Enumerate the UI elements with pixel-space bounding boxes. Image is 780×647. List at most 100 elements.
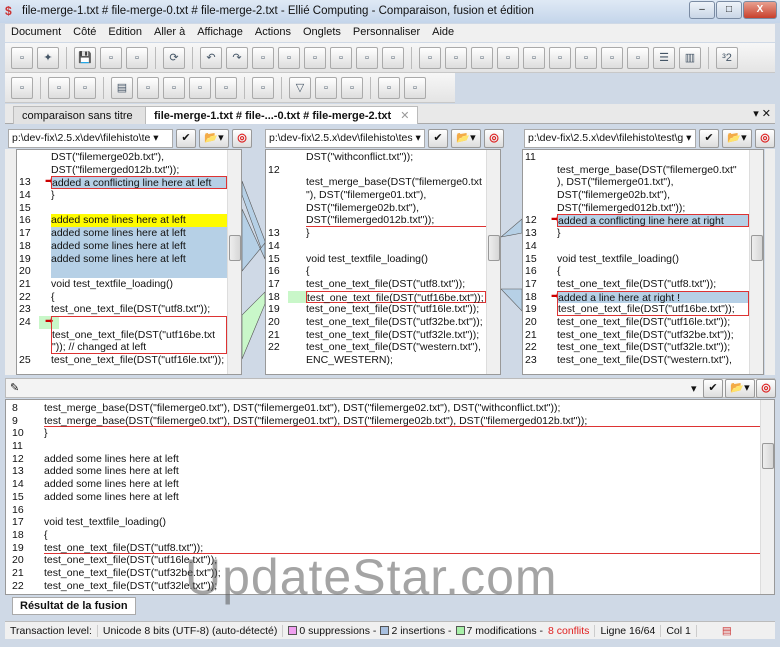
menu-6[interactable]: Onglets: [297, 24, 347, 38]
code-line: 13 added some lines here at left: [6, 465, 774, 478]
target-icon[interactable]: ◎: [755, 128, 775, 148]
vertical-scrollbar[interactable]: [760, 400, 774, 594]
next-conflict-icon[interactable]: ▫: [382, 46, 404, 69]
vertical-scrollbar[interactable]: [486, 150, 500, 374]
accept-left-icon[interactable]: ▫: [419, 46, 441, 69]
doc-options-icon[interactable]: ▫: [252, 76, 274, 99]
next-change-icon[interactable]: ▫: [330, 46, 352, 69]
doc-right-icon[interactable]: ▫: [74, 76, 96, 99]
line-text: DST("filemerge02b.txt"),: [306, 201, 420, 214]
base-file-pane[interactable]: DST("withconflict.txt")); 12 test_merge_ba…: [265, 149, 501, 375]
validate-icon[interactable]: ✔: [699, 128, 719, 148]
wizard-icon[interactable]: ✦: [37, 46, 59, 69]
filter-clear-icon[interactable]: ▫: [315, 76, 337, 99]
code-line: 18 test_one_text_file(DST("utf16be.txt"))…: [266, 290, 500, 304]
copy-icon[interactable]: ▫: [126, 46, 148, 69]
accept-edit-icon[interactable]: ▫: [549, 46, 571, 69]
save-all-icon[interactable]: ▫: [100, 46, 122, 69]
image-icon[interactable]: ▫: [137, 76, 159, 99]
vertical-scrollbar[interactable]: [227, 150, 241, 374]
doc-next-icon[interactable]: ▫: [404, 76, 426, 99]
menu-1[interactable]: Côté: [67, 24, 102, 38]
left-file-pane[interactable]: DST("filemerge02b.txt"), DST("filemerged0…: [16, 149, 242, 375]
validate-icon[interactable]: ✔: [428, 128, 448, 148]
menu-0[interactable]: Document: [5, 24, 67, 38]
doc-prev-icon[interactable]: ▫: [378, 76, 400, 99]
accept-base-icon[interactable]: ▫: [445, 46, 467, 69]
right-file-pane[interactable]: 11 test_merge_base(DST("filemerge0.txt"),…: [522, 149, 764, 375]
reject-icon[interactable]: ▫: [627, 46, 649, 69]
prev-change-icon[interactable]: ▫: [304, 46, 326, 69]
dropdown-icon[interactable]: ▾: [691, 382, 697, 395]
doc-edit-icon[interactable]: ▫: [215, 76, 237, 99]
layout-horizontal-icon[interactable]: ☰: [653, 46, 675, 69]
line-number: 12: [525, 214, 537, 227]
line-text: {: [44, 528, 48, 541]
next-diff-icon[interactable]: ▫: [278, 46, 300, 69]
minimize-button[interactable]: –: [689, 1, 715, 19]
undo-icon[interactable]: ↶: [200, 46, 222, 69]
code-line: 15 void test_textfile_loading(): [266, 253, 500, 266]
refresh-icon[interactable]: ⟳: [163, 46, 185, 69]
left-path-select[interactable]: p:\dev-fix\2.5.x\dev\filehisto\te ▾: [8, 128, 173, 148]
open-file-icon[interactable]: 📂▾: [199, 128, 229, 148]
menu-7[interactable]: Personnaliser: [347, 24, 426, 38]
list-icon[interactable]: ▤: [111, 76, 133, 99]
save-icon[interactable]: 💾: [74, 46, 96, 69]
merge-all-icon[interactable]: ▫: [575, 46, 597, 69]
accept-right-left-icon[interactable]: ▫: [523, 46, 545, 69]
tab-merge-result[interactable]: Résultat de la fusion: [12, 597, 136, 615]
merge-nonconflict-icon[interactable]: ▫: [601, 46, 623, 69]
code-line: DST("withconflict.txt"));: [266, 151, 500, 164]
right-overview-bar[interactable]: [765, 149, 775, 375]
tab-bar: comparaison sans titre ✕ file-merge-1.tx…: [5, 104, 775, 124]
main-toolbar: ▫ ✦ 💾 ▫ ▫ ⟳ ↶ ↷ ▫ ▫ ▫ ▫ ▫ ▫ ▫ ▫ ▫ ▫ ▫ ▫ ▫ ▫ ▫ ☰ ▥ ³2: [5, 43, 775, 73]
target-icon[interactable]: ◎: [484, 128, 504, 148]
scrollbar-thumb[interactable]: [229, 235, 241, 262]
line-number: 17: [19, 227, 31, 240]
menu-5[interactable]: Actions: [249, 24, 297, 38]
menu-3[interactable]: Aller à: [148, 24, 191, 38]
encoding[interactable]: Unicode 8 bits (UTF-8) (auto-détecté): [98, 624, 284, 637]
first-diff-icon[interactable]: ▫: [252, 46, 274, 69]
validate-icon[interactable]: ✔: [176, 128, 196, 148]
accept-left-right-icon[interactable]: ▫: [497, 46, 519, 69]
doc-compare-icon[interactable]: ▫: [163, 76, 185, 99]
close-button[interactable]: X: [743, 1, 777, 19]
target-icon[interactable]: ◎: [232, 128, 252, 148]
open-file-icon[interactable]: 📂▾: [451, 128, 481, 148]
target-icon[interactable]: ◎: [756, 379, 776, 398]
menu-4[interactable]: Affichage: [191, 24, 249, 38]
menu-8[interactable]: Aide: [426, 24, 460, 38]
filter-icon[interactable]: ▽: [289, 76, 311, 99]
report-icon[interactable]: ▤: [717, 625, 737, 637]
scrollbar-thumb[interactable]: [762, 442, 774, 469]
accept-right-icon[interactable]: ▫: [471, 46, 493, 69]
tab-untitled-comparison[interactable]: comparaison sans titre ✕: [13, 106, 162, 124]
validate-icon[interactable]: ✔: [703, 379, 723, 398]
doc-left-icon[interactable]: ▫: [48, 76, 70, 99]
doc-green-icon[interactable]: ▫: [189, 76, 211, 99]
scrollbar-thumb[interactable]: [488, 235, 500, 262]
close-tab-icon[interactable]: ✕: [400, 110, 409, 122]
open-folder-icon[interactable]: ▫: [11, 76, 33, 99]
maximize-button[interactable]: □: [716, 1, 742, 19]
modifications-count: 7 modifications -: [466, 624, 543, 637]
layout-vertical-icon[interactable]: ▥: [679, 46, 701, 69]
open-file-icon[interactable]: 📂▾: [722, 128, 752, 148]
scrollbar-thumb[interactable]: [751, 235, 763, 262]
line-text: DST("filemerged012b.txt"));: [306, 214, 486, 228]
right-path-select[interactable]: p:\dev-fix\2.5.x\dev\filehisto\test\g ▾: [524, 128, 696, 148]
tab-menu-icon[interactable]: ▾ ✕: [753, 107, 771, 120]
prev-conflict-icon[interactable]: ▫: [356, 46, 378, 69]
open-file-icon[interactable]: 📂▾: [725, 379, 755, 398]
tab-file-merge[interactable]: file-merge-1.txt # file-...-0.txt # file…: [145, 106, 419, 124]
edit-icon[interactable]: ✎: [10, 381, 19, 394]
redo-icon[interactable]: ↷: [226, 46, 248, 69]
folder-settings-icon[interactable]: ▫: [341, 76, 363, 99]
menu-2[interactable]: Edition: [102, 24, 148, 38]
center-path-select[interactable]: p:\dev-fix\2.5.x\dev\filehisto\tes ▾: [265, 128, 425, 148]
new-compare-icon[interactable]: ▫: [11, 46, 33, 69]
vertical-scrollbar[interactable]: [749, 150, 763, 374]
three-two-icon[interactable]: ³2: [716, 46, 738, 69]
